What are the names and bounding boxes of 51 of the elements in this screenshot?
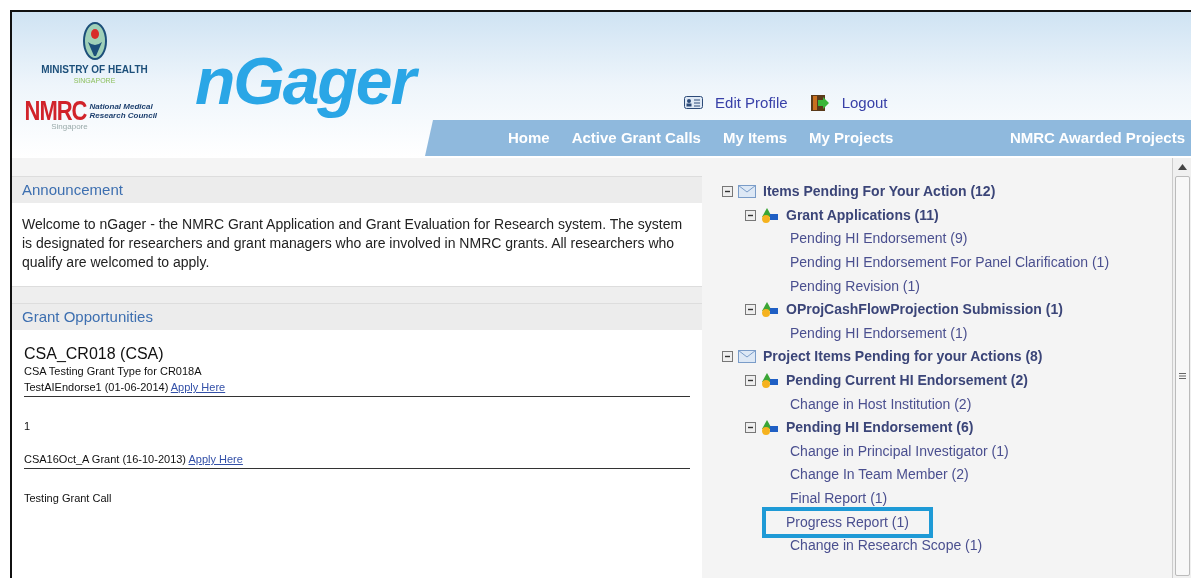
tree-group-label[interactable]: Grant Applications (11) [786, 204, 939, 226]
tree-link[interactable]: Change in Host Institution (2) [790, 394, 972, 414]
collapse-icon[interactable] [745, 304, 756, 316]
ministry-name: MINISTRY OF HEALTH [41, 64, 148, 76]
tree-group-label[interactable]: Pending Current HI Endorsement (2) [786, 370, 1028, 392]
profile-link[interactable]: Edit Profile [684, 91, 788, 114]
panel-title: Announcement [22, 179, 123, 200]
tree-link[interactable]: Change In Team Member (2) [790, 465, 969, 485]
tree-link[interactable]: Pending HI Endorsement For Panel Clarification (1) [790, 253, 1110, 273]
tree-group-label[interactable]: Items Pending For Your Action (12) [763, 181, 996, 203]
council-name: National Medical Research Council [89, 102, 159, 120]
tree-link[interactable]: Change in Research Scope (1) [790, 536, 983, 556]
shapes-icon [761, 301, 779, 319]
collapse-icon[interactable] [745, 422, 756, 434]
tree-group-label[interactable]: Project Items Pending for your Actions (8) [763, 346, 1043, 368]
envelope-icon [738, 350, 756, 364]
scroll-thumb[interactable] [1174, 176, 1190, 576]
panel-title: Grant Opportunities [22, 306, 153, 327]
shapes-icon [761, 419, 779, 437]
grant-description: 1 [24, 419, 32, 434]
council-country: Singapore [51, 122, 88, 131]
grant-call: TestAIEndorse1 (01-06-2014) [24, 381, 169, 393]
tree-link[interactable]: Change in Principal Investigator (1) [790, 441, 1009, 461]
shapes-icon [761, 206, 779, 224]
scroll-up-icon[interactable] [1177, 164, 1187, 170]
logout-link[interactable]: Logout [809, 91, 888, 114]
collapse-icon[interactable] [745, 209, 756, 221]
grant-title: CSA_CR018 (CSA) [24, 344, 165, 364]
shapes-icon [761, 372, 779, 390]
tree-link[interactable]: Final Report (1) [790, 489, 888, 508]
announcement-text: Welcome to nGager - the NMRC Grant Application and Grant Evaluation for Research system. The system is designated for researchers and grant managers who are involved in NMRC grants. All researchers who qualify are welcomed to apply. [21, 215, 684, 272]
collapse-icon[interactable] [722, 351, 733, 363]
council-logo: NMRC [24, 97, 87, 125]
door-icon [809, 93, 830, 112]
tree-group-label[interactable]: Pending HI Endorsement (6) [786, 417, 974, 439]
tree-link[interactable]: Pending HI Endorsement (1) [790, 323, 968, 343]
apply-link[interactable]: Apply Here [188, 453, 243, 465]
grip-icon [1178, 373, 1186, 379]
tree-link[interactable]: Pending Revision (1) [790, 276, 920, 296]
collapse-icon[interactable] [722, 186, 733, 198]
emblem-icon [82, 22, 107, 60]
grant-type: CSA Testing Grant Type for CR018A [24, 364, 203, 379]
collapse-icon[interactable] [745, 375, 756, 387]
apply-link[interactable]: Apply Here [170, 381, 226, 393]
id-card-icon [684, 96, 704, 110]
scrollbar[interactable] [1172, 158, 1191, 578]
tree-link[interactable]: Pending HI Endorsement (9) [790, 229, 968, 249]
grant-call: CSA16Oct_A Grant (16-10-2013) [24, 453, 187, 465]
envelope-icon [738, 185, 756, 199]
grant-description: Testing Grant Call [24, 491, 113, 506]
tree-group-label[interactable]: OProjCashFlowProjection Submission (1) [786, 299, 1063, 321]
